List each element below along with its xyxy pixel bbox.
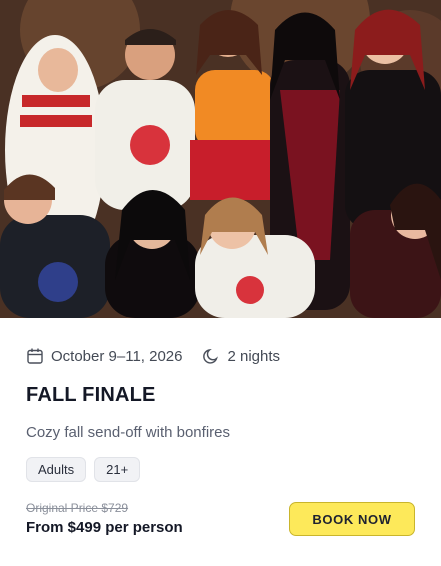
event-description: Cozy fall send-off with bonfires: [26, 424, 230, 441]
event-photo: [0, 0, 441, 318]
tag-adults: Adults: [26, 457, 87, 482]
event-duration: 2 nights: [227, 347, 281, 365]
book-now-button[interactable]: BOOK NOW: [289, 502, 415, 536]
tag-age-21: 21+: [94, 457, 141, 482]
event-card[interactable]: October 9–11, 2026 2 nights FALL FINALE …: [0, 0, 441, 566]
current-price: From $499 per person: [26, 519, 183, 536]
calendar-icon: [26, 347, 44, 365]
original-price: Original Price $729: [26, 501, 129, 515]
event-title: FALL FINALE: [26, 384, 156, 406]
moon-icon: [202, 347, 220, 365]
event-tags: Adults 21+: [26, 457, 141, 482]
event-dates: October 9–11, 2026: [51, 347, 183, 365]
event-meta: October 9–11, 2026 2 nights: [26, 346, 280, 366]
